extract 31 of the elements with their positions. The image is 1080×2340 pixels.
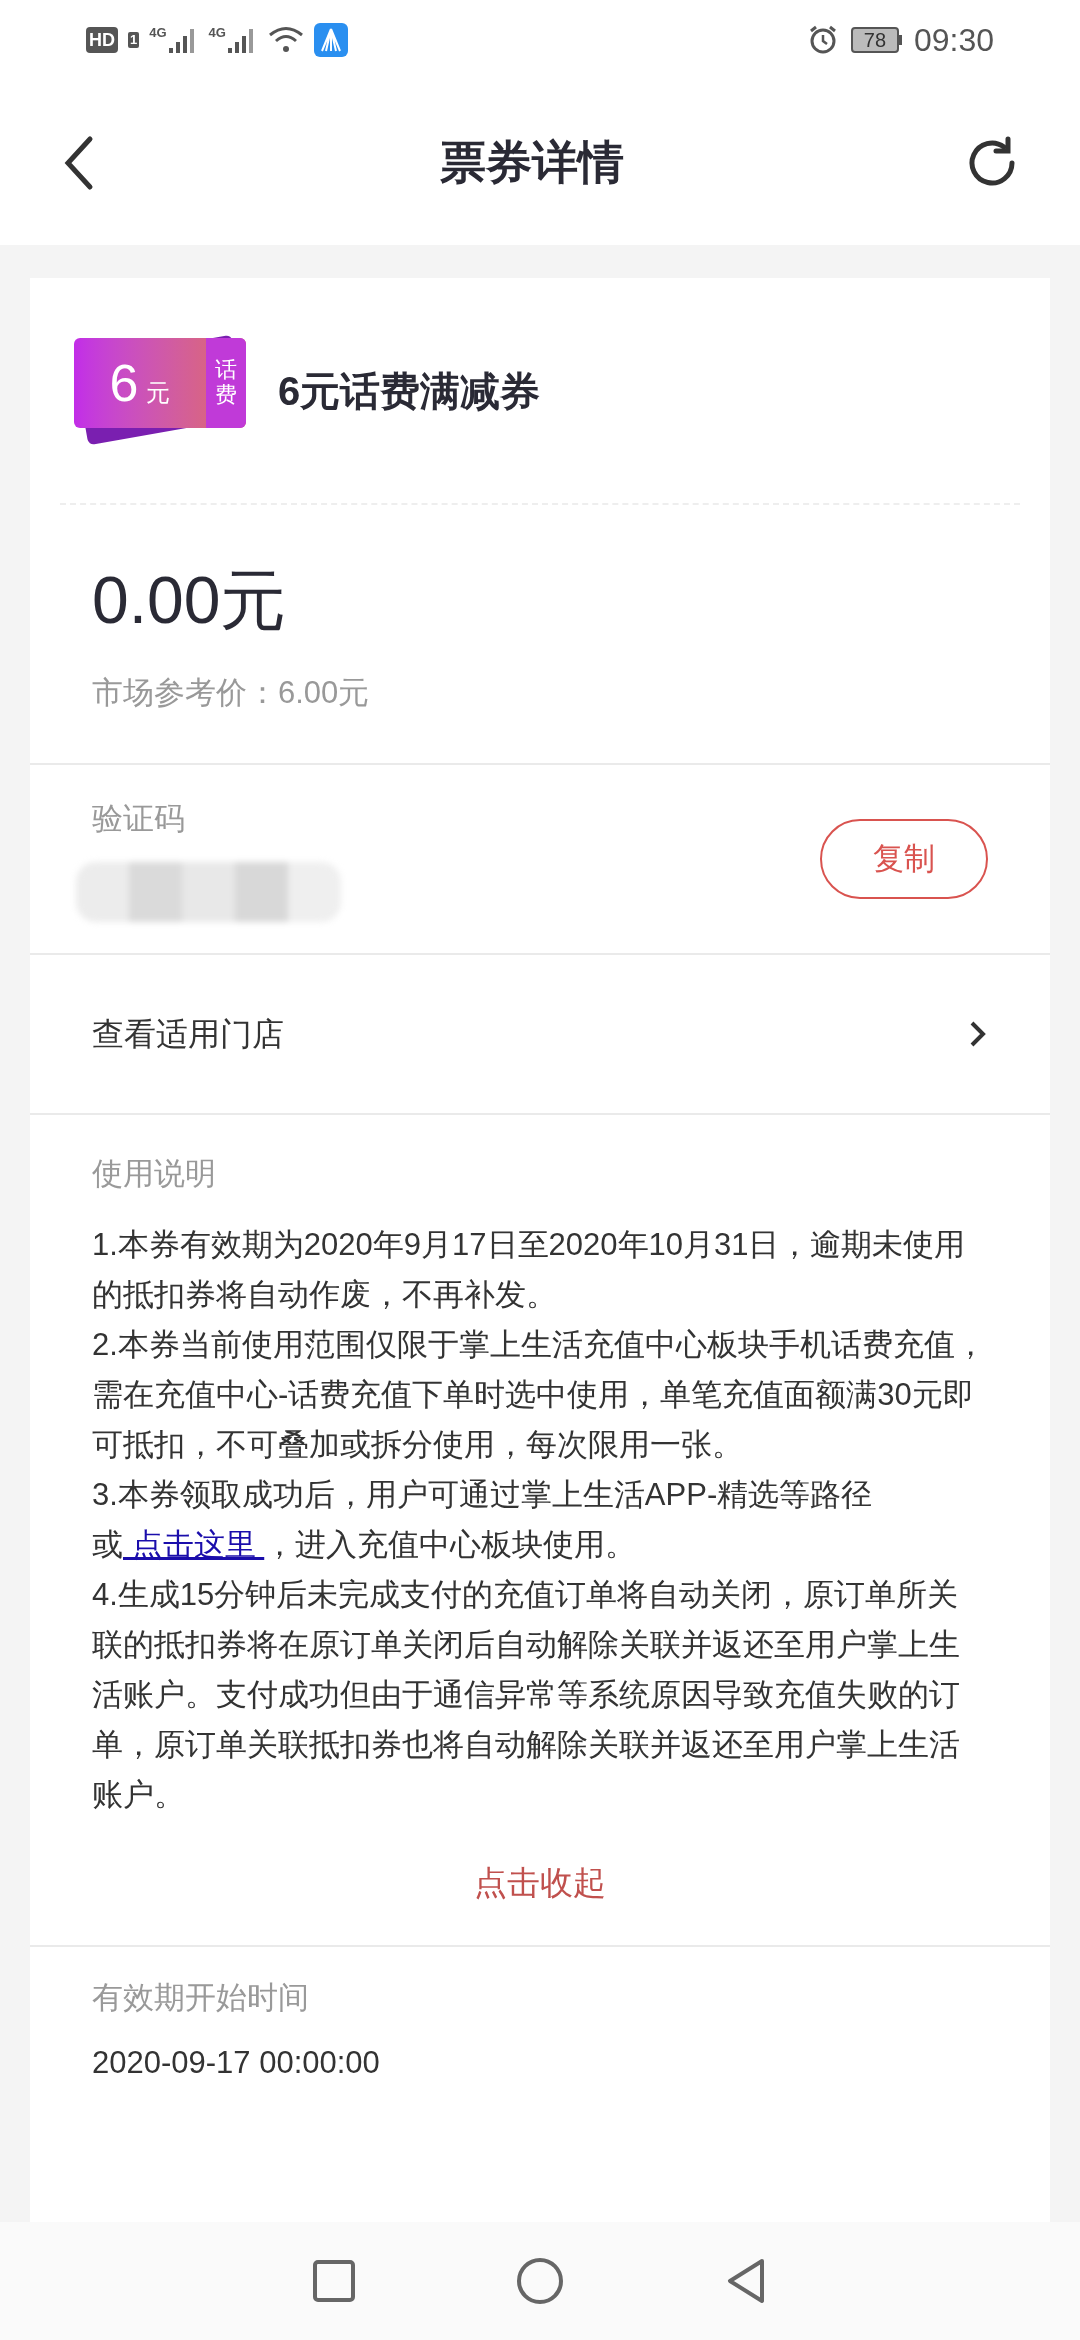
validity-label: 有效期开始时间: [92, 1979, 310, 2017]
collapse-button[interactable]: 点击收起: [474, 1857, 606, 1907]
stores-row[interactable]: 查看适用门店: [30, 955, 1050, 1115]
app-icon: [313, 23, 348, 57]
validity-value: 2020-09-17 00:00:00: [92, 2043, 381, 2082]
instructions-title: 使用说明: [92, 1155, 217, 1193]
badge-unit: 元: [146, 377, 171, 408]
code-label: 验证码: [92, 799, 186, 838]
instruction-paragraph: 3.本券领取成功后，用户可通过掌上生活APP-精选等路径或 点击这里 ，进入充值中心板块使用。: [92, 1475, 874, 1564]
price-value: 0.00元: [92, 562, 288, 640]
stores-label: 查看适用门店: [92, 1015, 284, 1054]
recents-icon[interactable]: [312, 2259, 356, 2303]
instruction-paragraph: 4.生成15分钟后未完成支付的充值订单将自动关闭，原订单所关联的抵扣券将在原订单关闭后自动解除关联并返还至用户掌上生活账户。支付成功但由于通信异常等系统原因导致充值失败的订单，原订单关联抵扣券也将自动解除关联并返还至用户掌上生活账户。: [92, 1575, 961, 1814]
home-icon[interactable]: [516, 2257, 564, 2305]
hd-badge: HD: [86, 27, 118, 53]
market-price: 市场参考价：6.00元: [92, 674, 371, 713]
copy-button[interactable]: 复制: [820, 819, 988, 899]
chevron-right-icon: [968, 1019, 988, 1049]
instruction-paragraph: 2.本券当前使用范围仅限于掌上生活充值中心板块手机话费充值，需在充值中心-话费充值下单时选中使用，单笔充值面额满30元即可抵扣，不可叠加或拆分使用，每次限用一张。: [92, 1325, 987, 1464]
coupon-title: 6元话费满减券: [278, 367, 541, 415]
instruction-paragraph: 1.本券有效期为2020年9月17日至2020年10月31日，逾期未使用的抵扣券将自动作废，不再补发。: [92, 1225, 967, 1314]
page-title: 票券详情: [440, 135, 624, 190]
click-here-link[interactable]: 点击这里: [123, 1526, 265, 1562]
badge-tag: 话费: [206, 337, 246, 428]
network-label: 4G: [208, 26, 226, 39]
clock-time: 09:30: [913, 21, 994, 60]
network-label: 4G: [149, 26, 167, 39]
sim-badge: 1: [128, 32, 140, 48]
badge-amount: 6: [109, 352, 139, 414]
wifi-icon: [267, 25, 304, 55]
battery-icon: 78: [850, 27, 902, 53]
